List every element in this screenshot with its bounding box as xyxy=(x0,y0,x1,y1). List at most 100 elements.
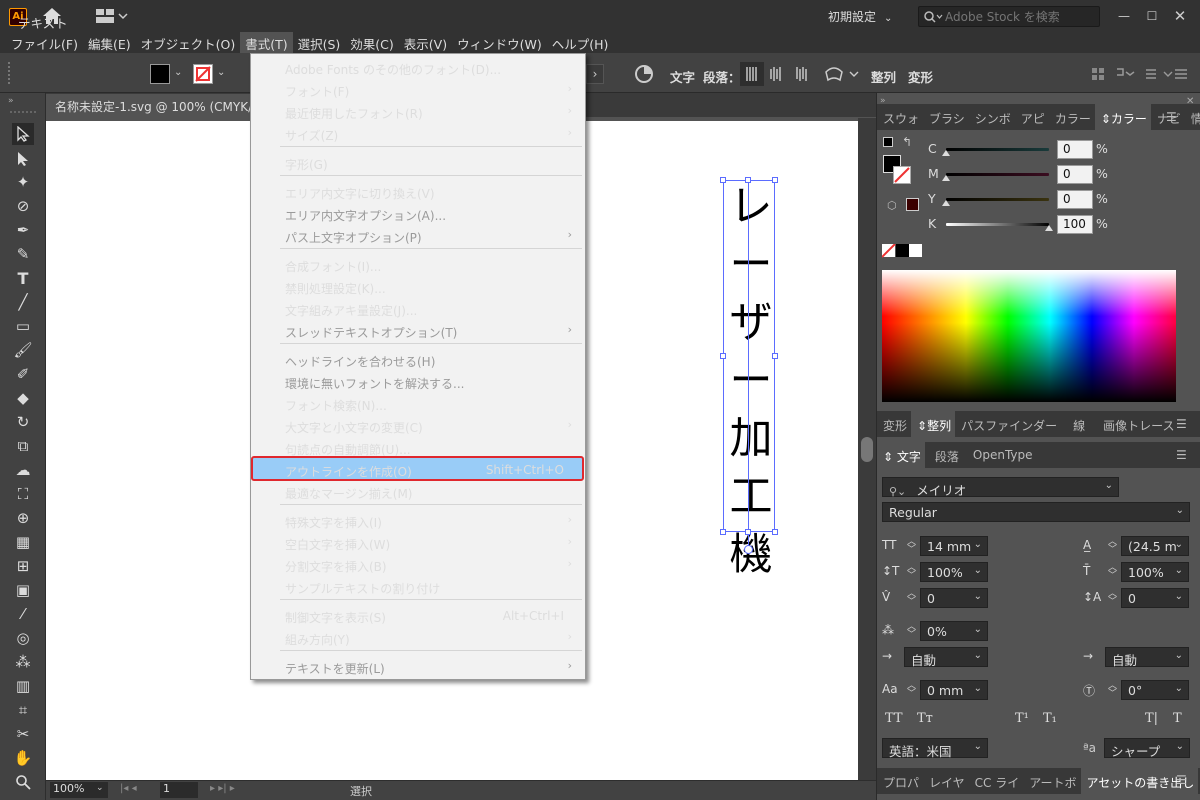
isolate-icon[interactable] xyxy=(1090,66,1190,82)
transform-link[interactable]: 変形 xyxy=(908,67,933,86)
scrollbar-thumb[interactable] xyxy=(861,437,873,462)
lasso-icon[interactable]: ⊘ xyxy=(12,195,34,217)
channel-value-input[interactable]: 0 xyxy=(1057,190,1093,209)
tab-transform[interactable]: 変形 xyxy=(877,411,911,437)
pen-tool-icon[interactable]: ✒ xyxy=(12,219,34,241)
type-menu-item[interactable]: 文字組みアキ量設定(J)... xyxy=(251,298,585,320)
align-link[interactable]: 整列 xyxy=(871,67,896,86)
resize-handle[interactable] xyxy=(720,529,726,535)
resize-handle[interactable] xyxy=(720,353,726,359)
stepper-icon[interactable]: ︿ ﹀ xyxy=(1108,538,1117,555)
graph-tool-icon[interactable]: ▥ xyxy=(12,675,34,697)
align-left-icon[interactable] xyxy=(740,62,826,86)
page-field[interactable]: 1 xyxy=(160,782,198,798)
tab-opentype[interactable]: OpenType xyxy=(963,442,1037,468)
chevron-down-icon[interactable]: ⌄ xyxy=(1175,565,1183,576)
language-field[interactable]: 英語：米国 ⌄ xyxy=(882,738,988,759)
type-menu-item[interactable]: サンプルテキストの割り付け xyxy=(251,576,585,598)
stepper-icon[interactable]: ︿ ﹀ xyxy=(907,538,916,555)
aki-after-field[interactable]: 自動 ⌄ xyxy=(1105,647,1189,668)
magic-wand-icon[interactable]: ✦ xyxy=(12,171,34,193)
tab-layers[interactable]: レイヤ xyxy=(923,768,969,794)
tab-appearance[interactable]: アピ xyxy=(1015,104,1049,130)
stepper-icon[interactable]: ︿ ﹀ xyxy=(907,564,916,581)
type-menu-item[interactable]: エリア内文字に切り換え(V) xyxy=(251,181,585,203)
tab-swatches[interactable]: スウォ xyxy=(877,104,923,130)
tsume-field[interactable]: 0% ⌄ xyxy=(920,621,988,641)
warp-tool-icon[interactable]: ☁ xyxy=(12,459,34,481)
symbol-sprayer-icon[interactable]: ⁂ xyxy=(12,651,34,673)
menu-object[interactable]: オブジェクト(O) xyxy=(136,32,241,53)
menu-view[interactable]: 表示(V) xyxy=(399,32,452,53)
rotate-tool-icon[interactable]: ↻ xyxy=(12,411,34,433)
chevron-down-icon[interactable]: ⌄ xyxy=(1175,683,1183,694)
grip-handle[interactable] xyxy=(10,111,36,113)
minimize-icon[interactable]: — xyxy=(1110,6,1138,26)
stroke-color-swatch[interactable] xyxy=(893,166,911,184)
kerning-field[interactable]: 0 ⌄ xyxy=(920,588,988,608)
shape-builder-icon[interactable]: ⊕ xyxy=(12,507,34,529)
stock-search-input[interactable] xyxy=(945,9,1095,25)
out-of-gamut-icon[interactable]: ⬡ xyxy=(887,199,897,212)
type-menu-item[interactable]: 字形(G) xyxy=(251,152,585,174)
zoom-tool-icon[interactable] xyxy=(12,771,34,793)
character-link[interactable]: 文字 xyxy=(670,67,695,86)
chevron-down-icon[interactable]: ⌄ xyxy=(1105,480,1113,491)
perspective-grid-icon[interactable]: ▦ xyxy=(12,531,34,553)
type-menu-item[interactable]: 分割文字を挿入(B) › xyxy=(251,554,585,576)
selection-tool-icon[interactable] xyxy=(12,123,34,145)
chevron-down-icon[interactable]: ⌄ xyxy=(974,650,982,661)
horizontal-scale-field[interactable]: 100% ⌄ xyxy=(1121,562,1189,582)
type-menu-item[interactable]: Adobe Fonts のその他のフォント(D)... xyxy=(251,57,585,79)
recolor-icon[interactable] xyxy=(634,64,654,84)
menu-edit[interactable]: 編集(E) xyxy=(83,32,136,53)
direct-selection-tool-icon[interactable] xyxy=(12,148,34,170)
close-icon[interactable]: ✕ xyxy=(1166,6,1194,26)
gamut-color-chip[interactable] xyxy=(906,198,919,211)
tracking-field[interactable]: 0 ⌄ xyxy=(1121,588,1189,608)
panel-menu-icon[interactable]: ☰ xyxy=(1176,417,1187,431)
resize-handle[interactable] xyxy=(772,177,778,183)
collapse-icon[interactable]: » xyxy=(8,96,14,106)
leading-field[interactable]: (24.5 m ⌄ xyxy=(1121,536,1189,556)
menu-help[interactable]: ヘルプ(H) xyxy=(547,32,614,53)
vertical-scale-field[interactable]: 100% ⌄ xyxy=(920,562,988,582)
stroke-swatch[interactable] xyxy=(193,64,213,84)
tab-pathfinder[interactable]: パスファインダー xyxy=(955,411,1061,437)
tab-cc-libraries[interactable]: CC ライ xyxy=(969,768,1024,794)
type-menu-item[interactable]: 組み方向(Y) › xyxy=(251,627,585,649)
tab-symbols[interactable]: シンボ xyxy=(969,104,1015,130)
menu-file[interactable]: ファイル(F) xyxy=(6,32,83,53)
channel-value-input[interactable]: 0 xyxy=(1057,165,1093,184)
color-spectrum[interactable] xyxy=(882,270,1176,402)
chevron-down-icon[interactable]: ⌄ xyxy=(974,539,982,550)
arrange-documents-icon[interactable] xyxy=(84,8,128,24)
tab-image-trace[interactable]: 画像トレース xyxy=(1089,411,1178,437)
menu-type[interactable]: 書式(T) xyxy=(240,32,293,53)
scale-tool-icon[interactable]: ⧉ xyxy=(12,435,34,457)
stepper-icon[interactable]: ︿ ﹀ xyxy=(1108,682,1117,699)
character-rotation-field[interactable]: 0° ⌄ xyxy=(1121,680,1189,700)
chevron-down-icon[interactable]: ⌄ xyxy=(1176,505,1184,516)
document-tab[interactable]: 名称未設定-1.svg @ 100% (CMYK/GP xyxy=(46,94,256,118)
type-menu-item[interactable]: 最近使用したフォント(R) › xyxy=(251,101,585,123)
tab-character[interactable]: ⇕ 文字 xyxy=(877,442,925,468)
gradient-tool-icon[interactable]: ▣ xyxy=(12,579,34,601)
chevron-down-icon[interactable]: ⌄ xyxy=(1175,539,1183,550)
type-menu-item[interactable]: サイズ(Z) › xyxy=(251,123,585,145)
channel-value-input[interactable]: 0 xyxy=(1057,140,1093,159)
maximize-icon[interactable]: ☐ xyxy=(1138,6,1166,26)
resize-handle[interactable] xyxy=(745,177,751,183)
resize-handle[interactable] xyxy=(720,177,726,183)
tab-color-guide[interactable]: カラー xyxy=(1049,104,1095,130)
channel-value-input[interactable]: 100 xyxy=(1057,215,1093,234)
type-menu-item[interactable]: 特殊文字を挿入(I) › xyxy=(251,510,585,532)
aki-before-field[interactable]: 自動 ⌄ xyxy=(904,647,988,668)
slider-thumb[interactable] xyxy=(1045,225,1053,231)
paragraph-link[interactable]: 段落： xyxy=(703,67,741,86)
chevron-down-icon[interactable]: ⌄ xyxy=(96,783,104,793)
menu-window[interactable]: ウィンドウ(W) xyxy=(452,32,547,53)
stepper-icon[interactable]: ︿ ﹀ xyxy=(1108,564,1117,581)
first-page-icon[interactable]: |◂ ◂ xyxy=(120,783,137,794)
panel-menu-icon[interactable]: ☰ xyxy=(1176,773,1187,787)
